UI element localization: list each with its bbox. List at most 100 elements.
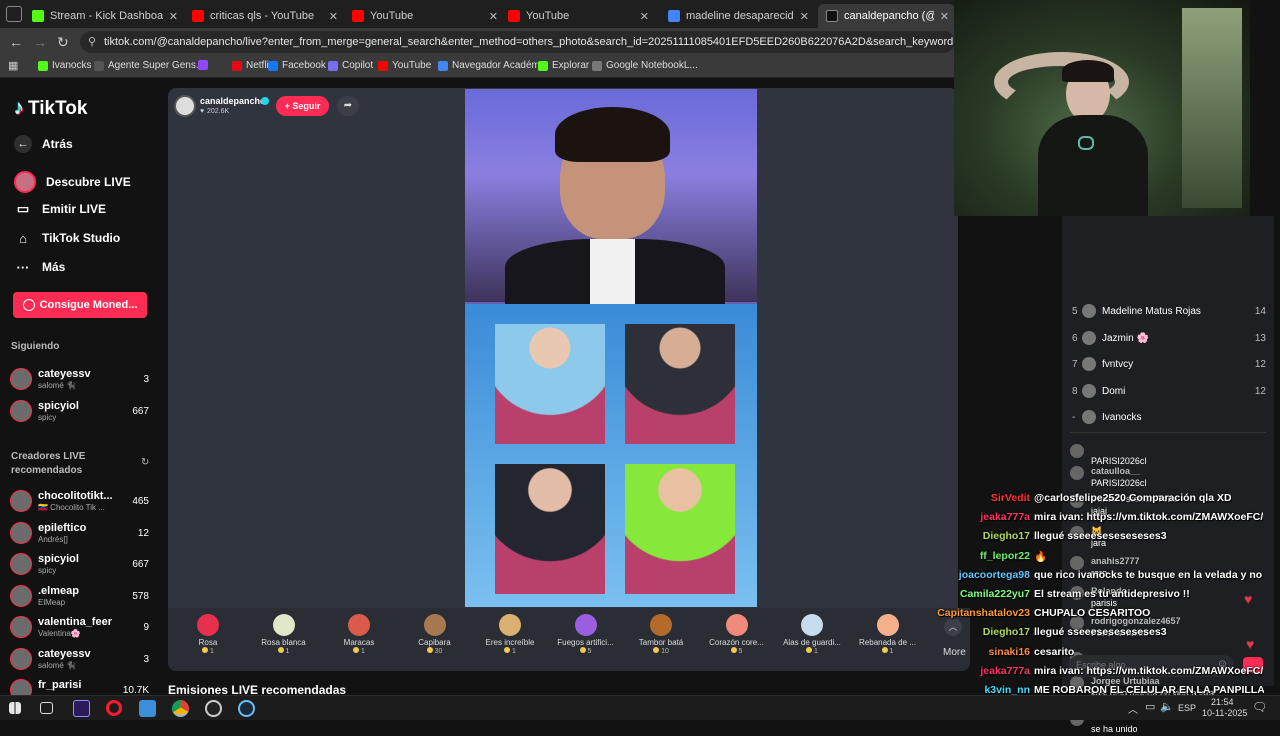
account-name: cateyessv (38, 368, 91, 380)
streamer-avatar[interactable] (174, 95, 196, 117)
gift-scroll-up[interactable]: ︿ (944, 618, 962, 636)
account-item[interactable]: .elmeap ElMeap 578 (10, 583, 155, 611)
tab-close-icon[interactable]: ✕ (800, 10, 809, 23)
url-input[interactable]: ⚲ tiktok.com/@canaldepancho/live?enter_f… (80, 31, 955, 53)
chrome-icon[interactable] (172, 700, 189, 717)
get-coins-button[interactable]: Consigue Moned... (13, 292, 147, 318)
bookmark-item[interactable]: Explorar (538, 60, 589, 71)
comment-user[interactable]: cataulloa__ (1091, 466, 1140, 476)
account-item[interactable]: chocolitotikt... 🇻🇪 Chocolito Tik ... 465 (10, 488, 155, 516)
volume-icon[interactable]: 🔈 (1160, 700, 1174, 713)
tab-close-icon[interactable]: ✕ (489, 10, 498, 23)
tray-chevron-icon[interactable]: ︿ (1128, 701, 1138, 716)
bookmark-item[interactable]: Google NotebookL... (592, 60, 698, 71)
back-link[interactable]: ← Atrás (14, 135, 73, 153)
avatar (1082, 410, 1096, 424)
gift-item[interactable]: Eres increíble 1 (474, 612, 546, 655)
tab-search-icon[interactable] (6, 6, 22, 22)
apps-grid-icon[interactable]: ▦ (8, 59, 18, 72)
gifts-more-button[interactable]: More (943, 647, 966, 658)
go-live-link[interactable]: ▭ Emitir LIVE (14, 200, 106, 218)
steam-icon[interactable] (238, 700, 255, 717)
account-item[interactable]: cateyessv salomé 🐈‍⬛ 3 (10, 646, 155, 674)
gift-cost: 1 (248, 647, 320, 655)
gift-item[interactable]: Rosa blanca 1 (248, 612, 320, 655)
bookmarks-bar: ▦ Ivanocks Agente Super Gens... Netflix Fac… (0, 56, 955, 78)
overlay-chat-user: joacoortega98 (958, 568, 1030, 581)
browser-tab[interactable]: criticas qls - YouTube ✕ (184, 4, 344, 28)
gift-icon (801, 614, 823, 636)
opera-icon[interactable] (106, 700, 122, 716)
windows-start-icon[interactable] (9, 702, 21, 714)
candidate-tl (495, 324, 605, 444)
gift-name: Rebanada de ... (859, 638, 916, 647)
browser-tab[interactable]: YouTube ✕ (500, 4, 655, 28)
notification-icon[interactable]: 🗨 (1252, 700, 1267, 714)
bookmark-item[interactable]: YouTube (378, 60, 431, 71)
tab-close-icon[interactable]: ✕ (169, 10, 178, 23)
browser-tab[interactable]: canaldepancho (@canaldepa ✕ (818, 4, 955, 28)
share-button[interactable]: ➦ (337, 96, 359, 116)
browser-tab[interactable]: YouTube ✕ (344, 4, 504, 28)
refresh-icon[interactable]: ↻ (141, 457, 149, 468)
forward-arrow-icon[interactable]: → (33, 34, 47, 50)
comment-user[interactable]: anahis2777 (1091, 556, 1140, 566)
clock-date[interactable]: 10-11-2025 (1202, 708, 1247, 718)
stream-video[interactable] (465, 89, 757, 607)
avatar[interactable] (1070, 444, 1084, 458)
avatar (10, 616, 32, 638)
gift-item[interactable]: Capibara 30 (399, 612, 471, 655)
back-arrow-icon[interactable]: ← (9, 34, 23, 50)
ranking-name: Domi (1102, 385, 1126, 397)
overlay-chat-text: llegué sseeeseseseseses3 (1034, 626, 1167, 639)
reload-icon[interactable]: ↻ (57, 34, 69, 51)
account-item[interactable]: spicyiol spicy 667 (10, 551, 155, 579)
gift-item[interactable]: Fuegos artifici... 5 (550, 612, 622, 655)
more-link[interactable]: ··· Más (14, 258, 66, 276)
bookmark-item[interactable]: Copilot (328, 60, 373, 71)
account-item[interactable]: cateyessv salomé 🐈‍⬛ 3 (10, 366, 155, 394)
task-view-icon[interactable] (40, 702, 53, 714)
gift-item[interactable]: Alas de guardi... 1 (776, 612, 848, 655)
streamer-name[interactable]: canaldepancho (200, 96, 266, 106)
gift-cost: 1 (172, 647, 244, 655)
gift-item[interactable]: Corazón core... 5 (701, 612, 773, 655)
bookmark-item[interactable]: Ivanocks (38, 60, 91, 71)
browser-tab[interactable]: madeline desaparecida - Buscar ✕ (660, 4, 815, 28)
gift-name: Eres increíble (485, 638, 535, 647)
avatar[interactable] (1070, 466, 1084, 480)
tab-close-icon[interactable]: ✕ (329, 10, 338, 23)
bookmark-item[interactable]: Navegador Académ... (438, 60, 548, 71)
account-subtitle: salomé 🐈‍⬛ (38, 381, 76, 390)
bookmark-item[interactable]: Agente Super Gens... (94, 60, 204, 71)
gift-cost-value: 5 (738, 648, 743, 655)
discover-live-link[interactable]: Descubre LIVE (14, 171, 131, 193)
follow-button[interactable]: + Seguir (276, 96, 329, 116)
account-item[interactable]: epileftico Andrés[] 12 (10, 520, 155, 548)
tiktok-logo[interactable]: ♪ TikTok (14, 97, 87, 120)
browser-tab[interactable]: Stream - Kick Dashboard ✕ (24, 4, 184, 28)
account-item[interactable]: valentina_feer Valentina🌸 9 (10, 614, 155, 642)
bookmark-item[interactable]: Facebook (268, 60, 326, 71)
account-item[interactable]: spicyiol spicy 667 (10, 398, 155, 426)
gift-cost: 30 (399, 647, 471, 655)
bookmark-item[interactable] (198, 60, 212, 70)
bookmark-label: Navegador Académ... (452, 60, 549, 71)
tab-close-icon[interactable]: ✕ (640, 10, 649, 23)
network-icon[interactable]: ▭ (1145, 700, 1155, 713)
viewer-count: 12 (137, 527, 149, 539)
gift-item[interactable]: Tambor batá 10 (625, 612, 697, 655)
tab-title: YouTube (526, 10, 570, 22)
gift-item[interactable]: Rebanada de ... 1 (852, 612, 924, 655)
gift-cost-value: 1 (889, 648, 894, 655)
clock-time[interactable]: 21:54 (1211, 697, 1234, 707)
gift-item[interactable]: Maracas 1 (323, 612, 395, 655)
after-effects-icon[interactable] (73, 700, 90, 717)
tiktok-studio-link[interactable]: ⌂ TikTok Studio (14, 229, 120, 247)
tab-close-icon[interactable]: ✕ (940, 10, 949, 23)
keyboard-language[interactable]: ESP (1178, 703, 1196, 713)
obs-icon[interactable] (205, 700, 222, 717)
site-info-icon[interactable]: ⚲ (88, 31, 96, 53)
files-icon[interactable] (139, 700, 156, 717)
gift-item[interactable]: Rosa 1 (172, 612, 244, 655)
